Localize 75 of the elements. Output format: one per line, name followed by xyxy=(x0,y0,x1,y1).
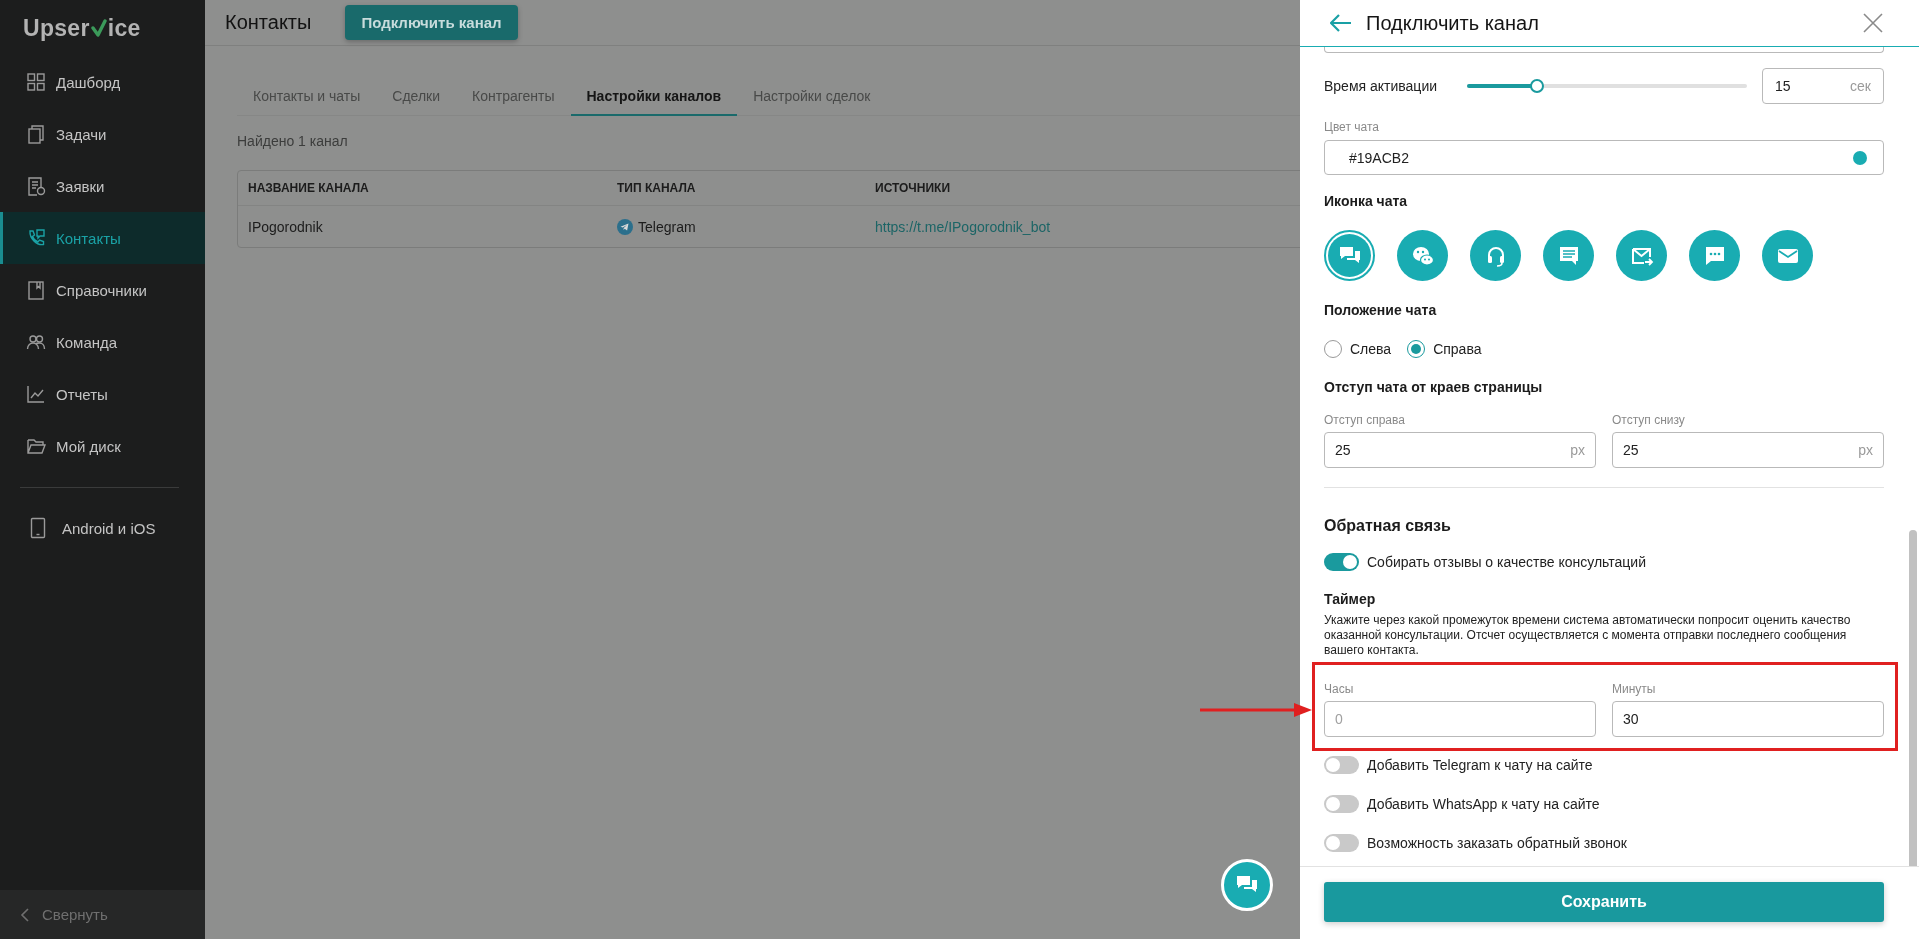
table-cell: Telegram xyxy=(638,218,696,235)
input-field[interactable]: 30 xyxy=(1612,701,1884,737)
check-mark-icon xyxy=(90,19,107,37)
chat-icon-option[interactable] xyxy=(1762,230,1813,281)
chat-button[interactable] xyxy=(1221,859,1273,911)
chat-icon-option[interactable] xyxy=(1543,230,1594,281)
section-label: Отступ чата от краев страницы xyxy=(1324,378,1544,396)
chevron-left-icon xyxy=(20,906,30,923)
close-icon xyxy=(1863,13,1883,33)
people-icon xyxy=(26,332,46,352)
phone-icon xyxy=(26,228,46,248)
sidebar-item[interactable]: Справочники xyxy=(0,264,205,316)
color-field[interactable]: #19ACB2 xyxy=(1324,140,1884,175)
column-header: ИСТОЧНИКИ xyxy=(874,181,951,195)
field-label: Часы xyxy=(1324,682,1355,696)
logo-text: ice xyxy=(107,14,141,42)
grid-icon xyxy=(26,72,46,92)
table-cell-text: IPogorodnik xyxy=(247,218,324,235)
toggle-label: Добавить Telegram к чату на сайте xyxy=(1367,757,1593,773)
close-button[interactable] xyxy=(1863,13,1883,33)
radio-label: Справа xyxy=(1433,341,1482,357)
result-count: Найдено 1 канал xyxy=(237,133,349,149)
column-header: НАЗВАНИЕ КАНАЛА xyxy=(247,181,370,195)
chat-icon-option[interactable] xyxy=(1616,230,1667,281)
section-title: Обратная связь xyxy=(1324,516,1452,536)
tab[interactable]: Настройки каналов xyxy=(570,78,738,116)
radio-label: Слева xyxy=(1350,341,1392,357)
chat-icon-option[interactable] xyxy=(1470,230,1521,281)
connect-channel-button[interactable]: Подключить канал xyxy=(345,5,518,40)
sidebar-item[interactable]: Задачи xyxy=(0,108,205,160)
chat-icon-option[interactable] xyxy=(1397,230,1448,281)
field-label: Отступ справа xyxy=(1324,413,1406,427)
sidebar-item[interactable]: Дашборд xyxy=(0,56,205,108)
toggle-switch[interactable] xyxy=(1324,756,1359,774)
input-field[interactable]: 25 px xyxy=(1324,432,1596,468)
section-label: Положение чата xyxy=(1324,301,1438,319)
tablet-icon xyxy=(30,517,46,539)
field-label: Минуты xyxy=(1612,682,1657,696)
document-icon xyxy=(26,176,46,196)
column-header: ТИП КАНАЛА xyxy=(616,181,697,195)
documents-icon xyxy=(26,124,46,144)
toggle-switch[interactable] xyxy=(1324,795,1359,813)
sidebar-item[interactable]: Заявки xyxy=(0,160,205,212)
sidebar-item[interactable]: Android и iOS xyxy=(0,503,205,553)
toggle-switch[interactable] xyxy=(1324,834,1359,852)
field-label: Отступ снизу xyxy=(1612,413,1686,427)
panel-title: Подключить канал xyxy=(1366,11,1540,35)
sidebar-item[interactable]: Отчеты xyxy=(0,368,205,420)
folder-icon xyxy=(26,436,46,456)
sidebar-item[interactable]: Контакты xyxy=(0,212,205,264)
chat-icon-option[interactable] xyxy=(1689,230,1740,281)
scrollbar[interactable] xyxy=(1909,530,1917,866)
section-label: Иконка чата xyxy=(1324,192,1409,210)
sidebar-item[interactable]: Команда xyxy=(0,316,205,368)
logo-text: Upser xyxy=(23,14,90,42)
chat-icon-option[interactable] xyxy=(1324,230,1375,281)
toggle-label: Возможность заказать обратный звонок xyxy=(1367,835,1627,851)
input-field[interactable]: 25 px xyxy=(1612,432,1884,468)
paper-plane-icon xyxy=(617,218,633,235)
toggle-label: Собирать отзывы о качестве консультаций xyxy=(1367,554,1646,570)
activation-slider[interactable] xyxy=(1467,79,1747,93)
help-text: Укажите через какой промежуток времени система автоматически попросит оценить качество оказанной консультации. Отсчет осуществляется с момента отправки последнего сообщения вашего контакта. xyxy=(1324,613,1852,658)
page-title: Контакты xyxy=(225,11,312,34)
book-icon xyxy=(26,280,46,300)
arrow-left-icon xyxy=(1330,14,1352,32)
seconds-field[interactable]: 15 сек xyxy=(1762,68,1884,104)
input-field[interactable] xyxy=(1324,47,1884,53)
field-label: Время активации xyxy=(1324,78,1439,94)
chart-icon xyxy=(26,384,46,404)
sidebar-item[interactable]: Мой диск xyxy=(0,420,205,472)
field-label: Цвет чата xyxy=(1324,120,1380,134)
toggle-label: Добавить WhatsApp к чату на сайте xyxy=(1367,796,1600,812)
back-button[interactable] xyxy=(1330,14,1352,32)
toggle-switch[interactable] xyxy=(1324,553,1359,571)
section-label: Таймер xyxy=(1324,591,1377,607)
